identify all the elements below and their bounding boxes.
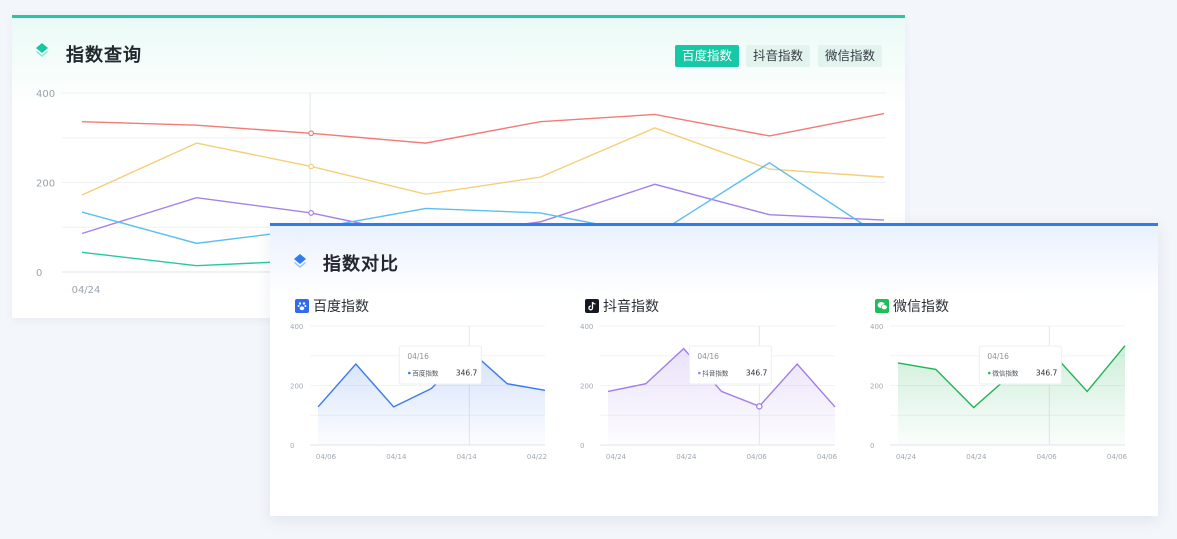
y-tick-label: 200 — [870, 383, 883, 391]
tooltip-date: 04/16 — [407, 352, 429, 361]
x-tick-label: 04/06 — [747, 453, 768, 461]
x-tick-label: 04/06 — [1037, 453, 1058, 461]
platform-baidu-title: 百度指数 — [295, 296, 369, 316]
douyin-index-area-chart: 400 200 0 04/16 抖音指数 346.7 04/24 04/24 04/06 04/0… — [580, 323, 838, 461]
platform-wechat-title: 微信指数 — [875, 296, 949, 316]
y-tick-label: 0 — [290, 442, 294, 450]
x-tick-label: 04/14 — [386, 453, 407, 461]
data-point — [308, 210, 315, 216]
tooltip-value: 346.7 — [456, 369, 478, 378]
y-tick-label: 0 — [580, 442, 584, 450]
x-tick-label: 04/06 — [316, 453, 337, 461]
wechat-icon — [875, 299, 889, 313]
series-line — [81, 112, 885, 144]
y-tick-label: 0 — [870, 442, 874, 450]
y-tick-label: 200 — [36, 179, 55, 190]
tooltip-value: 346.7 — [746, 369, 768, 378]
data-point — [308, 163, 315, 170]
x-tick-label: 04/06 — [817, 453, 838, 461]
platform-label: 微信指数 — [893, 299, 949, 315]
tooltip-marker — [988, 371, 991, 375]
platform-label: 抖音指数 — [603, 299, 659, 315]
x-tick-label: 04/24 — [676, 453, 697, 461]
tooltip-date: 04/16 — [697, 352, 719, 361]
y-tick-label: 400 — [36, 89, 55, 100]
index-compare-card: 指数对比 百度指数 抖音指数 微信指数 400 200 0 04/16 百度指数 346.… — [270, 223, 1158, 516]
compare-card-title: 指数对比 — [323, 254, 399, 275]
x-tick-label: 04/14 — [457, 453, 478, 461]
tooltip-value: 346.7 — [1036, 369, 1058, 378]
x-tick-label: 04/24 — [72, 285, 101, 296]
tooltip-marker — [698, 371, 701, 375]
x-tick-label: 04/24 — [606, 453, 627, 461]
baidu-paw-icon — [295, 299, 309, 313]
x-tick-label: 04/22 — [527, 453, 547, 461]
tooltip-marker — [408, 371, 411, 375]
stack-layers-icon — [294, 254, 306, 268]
tooltip-series-name: 抖音指数 — [702, 369, 729, 378]
x-tick-label: 04/24 — [966, 453, 987, 461]
tooltip: 04/16 百度指数 346.7 — [398, 345, 482, 385]
wechat-index-area-chart: 400 200 0 04/16 微信指数 346.7 04/24 04/24 04/06 04/0… — [870, 323, 1128, 461]
tooltip: 04/16 微信指数 346.7 — [978, 345, 1062, 385]
y-tick-label: 400 — [290, 323, 303, 331]
data-point — [756, 403, 763, 410]
platform-douyin-title: 抖音指数 — [585, 296, 659, 316]
douyin-note-icon — [585, 299, 599, 313]
tooltip-series-name: 微信指数 — [992, 369, 1019, 378]
tooltip: 04/16 抖音指数 346.7 — [688, 345, 772, 385]
y-tick-label: 200 — [290, 383, 303, 391]
y-tick-label: 400 — [580, 323, 593, 331]
baidu-index-area-chart: 400 200 0 04/16 百度指数 346.7 04/06 04/14 04/14 04/2… — [290, 323, 547, 461]
tooltip-date: 04/16 — [987, 352, 1009, 361]
y-tick-label: 0 — [36, 268, 42, 279]
tooltip-series-name: 百度指数 — [412, 369, 439, 378]
platform-label: 百度指数 — [313, 299, 369, 315]
y-tick-label: 400 — [870, 323, 883, 331]
x-tick-label: 04/24 — [896, 453, 917, 461]
y-tick-label: 200 — [580, 383, 593, 391]
data-point — [308, 130, 315, 137]
x-tick-label: 04/06 — [1107, 453, 1128, 461]
